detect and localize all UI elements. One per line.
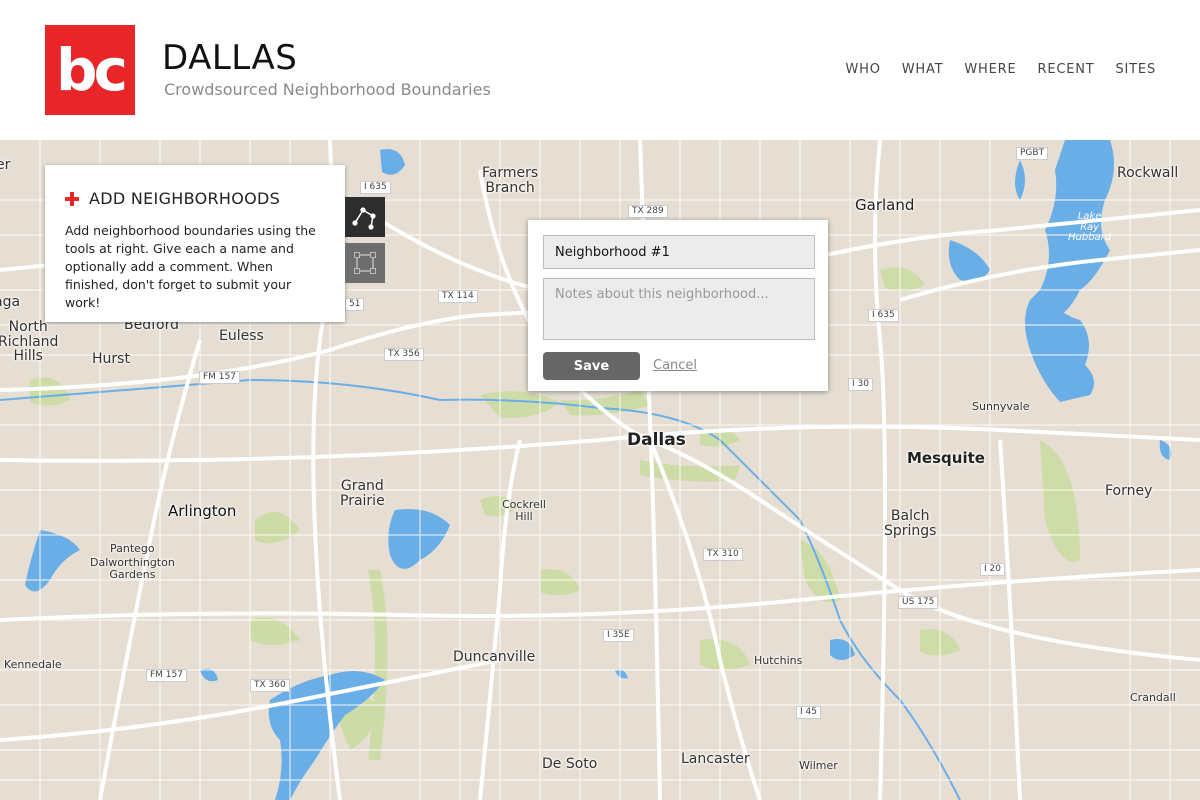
highway-shield: FM 157 — [199, 371, 240, 384]
nav-recent[interactable]: RECENT — [1037, 62, 1094, 77]
place-label: De Soto — [542, 756, 598, 772]
place-label: Balch Springs — [884, 508, 937, 539]
panel-header: ADD NEIGHBORHOODS — [65, 189, 325, 208]
site-header: bc DALLAS Crowdsourced Neighborhood Boun… — [0, 0, 1200, 140]
place-label: Cockrell Hill — [502, 498, 546, 523]
highway-shield: I 35E — [603, 629, 634, 642]
place-label: North Richland Hills — [0, 319, 59, 365]
place-label: Wilmer — [799, 759, 838, 772]
site-subtitle: Crowdsourced Neighborhood Boundaries — [164, 80, 491, 99]
nav-where[interactable]: WHERE — [964, 62, 1016, 77]
plus-icon — [65, 191, 79, 206]
panel-instructions: Add neighborhood boundaries using the to… — [65, 223, 316, 310]
place-label: Duncanville — [453, 649, 536, 665]
site-title: DALLAS — [162, 38, 298, 78]
add-neighborhoods-panel: ADD NEIGHBORHOODS Add neighborhood bound… — [45, 165, 345, 322]
place-label: Arlington — [168, 502, 237, 520]
highway-shield: US 175 — [898, 596, 939, 609]
place-label: Crandall — [1130, 691, 1176, 704]
place-label: Sunnyvale — [972, 400, 1030, 413]
highway-shield: I 45 — [796, 706, 821, 719]
highway-shield: FM 157 — [146, 669, 187, 682]
place-label: Garland — [855, 196, 915, 214]
highway-shield: PGBT — [1016, 147, 1049, 160]
nav-sites[interactable]: SITES — [1116, 62, 1157, 77]
highway-shield: I 30 — [848, 378, 873, 391]
highway-shield: I 20 — [980, 563, 1005, 576]
logo[interactable]: bc — [45, 25, 135, 115]
place-label: Lancaster — [681, 751, 750, 767]
neighborhood-name-input[interactable] — [543, 235, 815, 269]
highway-shield: 51 — [345, 298, 365, 311]
lake-label: Lake Ray Hubbard — [1068, 211, 1112, 243]
highway-shield: I 635 — [868, 309, 899, 322]
polygon-draw-icon — [352, 207, 376, 230]
place-label: Farmers Branch — [482, 165, 539, 196]
neighborhood-notes-input[interactable] — [543, 278, 815, 340]
place-label: aga — [0, 294, 21, 310]
place-label: Grand Prairie — [340, 478, 385, 509]
highway-shield: TX 114 — [438, 290, 478, 303]
save-button[interactable]: Save — [543, 352, 640, 380]
place-label: Dallas — [627, 430, 686, 450]
place-label: Mesquite — [907, 449, 985, 467]
place-label: Kennedale — [4, 658, 62, 671]
place-label: Hutchins — [754, 654, 803, 667]
place-label: er — [0, 157, 11, 173]
nav-what[interactable]: WHAT — [902, 62, 944, 77]
neighborhood-popup: Save Cancel — [528, 220, 828, 391]
logo-text: bc — [56, 36, 128, 104]
rectangle-draw-icon — [354, 252, 376, 274]
place-label: Dalworthington Gardens — [90, 556, 175, 581]
draw-rectangle-button[interactable] — [345, 243, 385, 283]
highway-shield: TX 360 — [250, 679, 290, 692]
place-label: Rockwall — [1117, 165, 1179, 181]
highway-shield: I 635 — [360, 181, 391, 194]
place-label: Euless — [219, 328, 264, 344]
main-nav: WHO WHAT WHERE RECENT SITES — [824, 62, 1156, 77]
highway-shield: TX 289 — [628, 205, 668, 218]
highway-shield: TX 356 — [384, 348, 424, 361]
place-label: Pantego — [110, 542, 155, 555]
panel-title: ADD NEIGHBORHOODS — [89, 189, 281, 208]
place-label: Forney — [1105, 483, 1153, 499]
cancel-link[interactable]: Cancel — [653, 358, 697, 373]
draw-polygon-button[interactable] — [345, 197, 385, 237]
nav-who[interactable]: WHO — [845, 62, 880, 77]
highway-shield: TX 310 — [703, 548, 743, 561]
place-label: Hurst — [92, 351, 130, 367]
